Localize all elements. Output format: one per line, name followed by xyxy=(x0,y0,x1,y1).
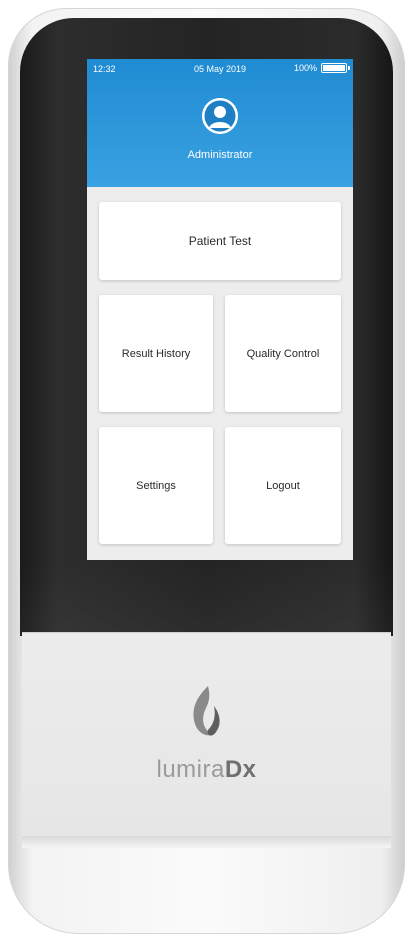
brand-logo-text: lumiraDx xyxy=(0,756,413,784)
patient-test-button[interactable]: Patient Test xyxy=(99,202,341,280)
battery-full-icon xyxy=(321,63,350,73)
result-history-button[interactable]: Result History xyxy=(99,295,213,412)
user-name: Administrator xyxy=(187,149,253,161)
flame-logo-icon xyxy=(193,686,220,736)
screen-header: 12:32 05 May 2019 100% Administrator xyxy=(87,59,353,187)
logout-button[interactable]: Logout xyxy=(225,427,341,544)
battery-status: 100% xyxy=(293,63,350,73)
test-strip-slot xyxy=(22,836,391,848)
device-screen: 12:32 05 May 2019 100% Administrator Pat… xyxy=(87,59,353,560)
status-bar: 12:32 05 May 2019 100% xyxy=(87,59,353,79)
settings-button[interactable]: Settings xyxy=(99,427,213,544)
brand-suffix: Dx xyxy=(224,756,257,783)
battery-percent: 100% xyxy=(293,63,317,73)
bezel-lower xyxy=(20,560,393,636)
brand-prefix: lumira xyxy=(156,756,225,783)
quality-control-button[interactable]: Quality Control xyxy=(225,295,341,412)
user-avatar-icon[interactable] xyxy=(202,98,238,134)
